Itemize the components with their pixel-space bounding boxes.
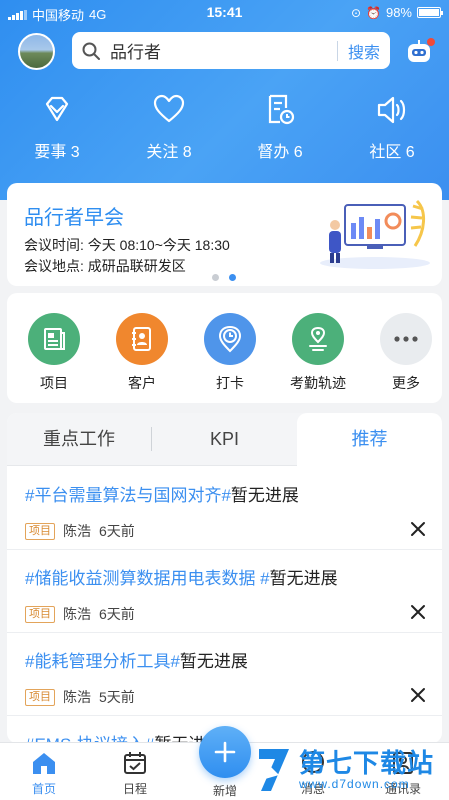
tab-recommend[interactable]: 推荐 — [297, 413, 442, 466]
feed-item-topic[interactable]: #能耗管理分析工具# — [25, 652, 180, 671]
site-watermark: 第七下载站 www.d7down.com — [255, 745, 434, 795]
tab-home[interactable]: 首页 — [14, 749, 74, 797]
watermark-url: www.d7down.com — [299, 777, 410, 791]
tab-label: 新增 — [212, 784, 237, 798]
feed-item-status: 暂无进展 — [179, 652, 248, 671]
quick-nav-label: 关注 8 — [146, 144, 192, 161]
feed-item-title: #储能收益测算数据用电表数据 #暂无进展 — [25, 564, 338, 589]
feed-item-status: 暂无进展 — [230, 486, 299, 505]
app-customer[interactable]: 客户 — [102, 313, 182, 393]
feed-item-title: #能耗管理分析工具#暂无进展 — [25, 647, 248, 672]
search-button[interactable]: 搜索 — [338, 39, 390, 63]
meeting-place: 会议地点: 成研品联研发区 — [24, 258, 186, 274]
feed-item-meta: 项目 陈浩 6天前 — [25, 604, 135, 624]
search-input[interactable]: 品行者 — [110, 38, 337, 63]
close-icon[interactable] — [408, 602, 428, 622]
close-icon[interactable] — [408, 519, 428, 539]
status-bar: 中国移动 4G 15:41 ⊙ ⏰ 98% — [0, 0, 449, 26]
feed-item-author: 陈浩 — [63, 523, 91, 539]
diamond-icon — [12, 90, 102, 130]
feed-item[interactable]: #能耗管理分析工具#暂无进展 项目 陈浩 5天前 — [7, 633, 442, 716]
project-badge: 项目 — [25, 522, 55, 540]
quick-nav-label: 要事 3 — [34, 144, 80, 161]
meeting-time: 会议时间: 今天 08:10~今天 18:30 — [24, 237, 230, 253]
meeting-card[interactable]: 品行者早会 会议时间: 今天 08:10~今天 18:30 会议地点: 成研品联… — [7, 183, 442, 286]
more-icon — [380, 313, 432, 365]
feed-item-author: 陈浩 — [63, 606, 91, 622]
feed-item-topic[interactable]: #平台需量算法与国网对齐# — [25, 486, 231, 505]
feed-item-time: 6天前 — [99, 606, 135, 622]
meeting-title: 品行者早会 — [24, 207, 124, 229]
carousel-dots — [212, 274, 236, 281]
watermark-title: 第七下载站 — [299, 748, 435, 778]
feed-item[interactable]: #平台需量算法与国网对齐#暂无进展 项目 陈浩 6天前 — [7, 467, 442, 550]
header: 中国移动 4G 15:41 ⊙ ⏰ 98% 品行者 搜索 要事 3 关注 8 督… — [0, 0, 449, 200]
quick-nav-community[interactable]: 社区 6 — [347, 90, 437, 162]
feed-item-meta: 项目 陈浩 5天前 — [25, 687, 135, 707]
watermark-logo — [255, 745, 293, 795]
speaker-icon — [347, 90, 437, 130]
feed-item-time: 5天前 — [99, 689, 135, 705]
tab-label: 日程 — [122, 782, 147, 796]
app-label: 客户 — [128, 375, 156, 391]
app-project[interactable]: 项目 — [14, 313, 94, 393]
newspaper-icon — [28, 313, 80, 365]
quick-nav: 要事 3 关注 8 督办 6 社区 6 — [0, 90, 449, 170]
heart-icon — [124, 90, 214, 130]
document-clock-icon — [235, 90, 325, 130]
location-track-icon — [292, 313, 344, 365]
search-icon — [72, 41, 110, 61]
app-attendance-track[interactable]: 考勤轨迹 — [278, 313, 358, 393]
feed-panel: 重点工作 KPI 推荐 #平台需量算法与国网对齐#暂无进展 项目 陈浩 6天前 #储… — [7, 413, 442, 743]
app-more[interactable]: 更多 — [366, 313, 446, 393]
search-bar[interactable]: 品行者 搜索 — [72, 32, 390, 69]
project-badge: 项目 — [25, 605, 55, 623]
feed-item[interactable]: #储能收益测算数据用电表数据 #暂无进展 项目 陈浩 6天前 — [7, 550, 442, 633]
add-button[interactable] — [199, 726, 251, 778]
close-icon[interactable] — [408, 685, 428, 705]
plus-icon — [214, 741, 236, 763]
meeting-illustration — [317, 191, 432, 276]
feed-item-author: 陈浩 — [63, 689, 91, 705]
tab-kpi[interactable]: KPI — [152, 413, 297, 466]
feed-item-topic[interactable]: #储能收益测算数据用电表数据 # — [25, 569, 270, 588]
avatar[interactable] — [18, 33, 55, 70]
app-label: 更多 — [392, 375, 420, 391]
app-label: 项目 — [40, 375, 68, 391]
robot-assistant-icon[interactable] — [404, 35, 436, 67]
app-grid: 项目 客户 打卡 考勤轨迹 更多 — [7, 293, 442, 403]
tab-key-work[interactable]: 重点工作 — [7, 413, 151, 466]
lock-rotation-icon: ⊙ — [350, 5, 362, 20]
feed-item-time: 6天前 — [99, 523, 135, 539]
battery-percent: 98% — [385, 5, 412, 20]
alarm-icon: ⏰ — [366, 5, 381, 20]
app-clock-in[interactable]: 打卡 — [190, 313, 270, 393]
feed-item-title: #平台需量算法与国网对齐#暂无进展 — [25, 481, 299, 506]
quick-nav-label: 社区 6 — [369, 144, 415, 161]
clock-pin-icon — [204, 313, 256, 365]
feed-item-status: 暂无进展 — [269, 569, 338, 588]
quick-nav-label: 督办 6 — [257, 144, 303, 161]
feed-item-meta: 项目 陈浩 6天前 — [25, 521, 135, 541]
app-label: 考勤轨迹 — [290, 375, 346, 391]
home-icon — [14, 749, 74, 777]
calendar-icon — [105, 749, 165, 777]
tab-schedule[interactable]: 日程 — [105, 749, 165, 797]
app-label: 打卡 — [216, 375, 244, 391]
quick-nav-follow[interactable]: 关注 8 — [124, 90, 214, 162]
project-badge: 项目 — [25, 688, 55, 706]
battery-icon — [417, 7, 443, 18]
quick-nav-important[interactable]: 要事 3 — [12, 90, 102, 162]
tab-add[interactable]: 新增 — [195, 779, 255, 799]
contact-book-icon — [116, 313, 168, 365]
tab-label: 首页 — [31, 782, 56, 796]
feed-tabs: 重点工作 KPI 推荐 — [7, 413, 442, 466]
quick-nav-supervise[interactable]: 督办 6 — [235, 90, 325, 162]
